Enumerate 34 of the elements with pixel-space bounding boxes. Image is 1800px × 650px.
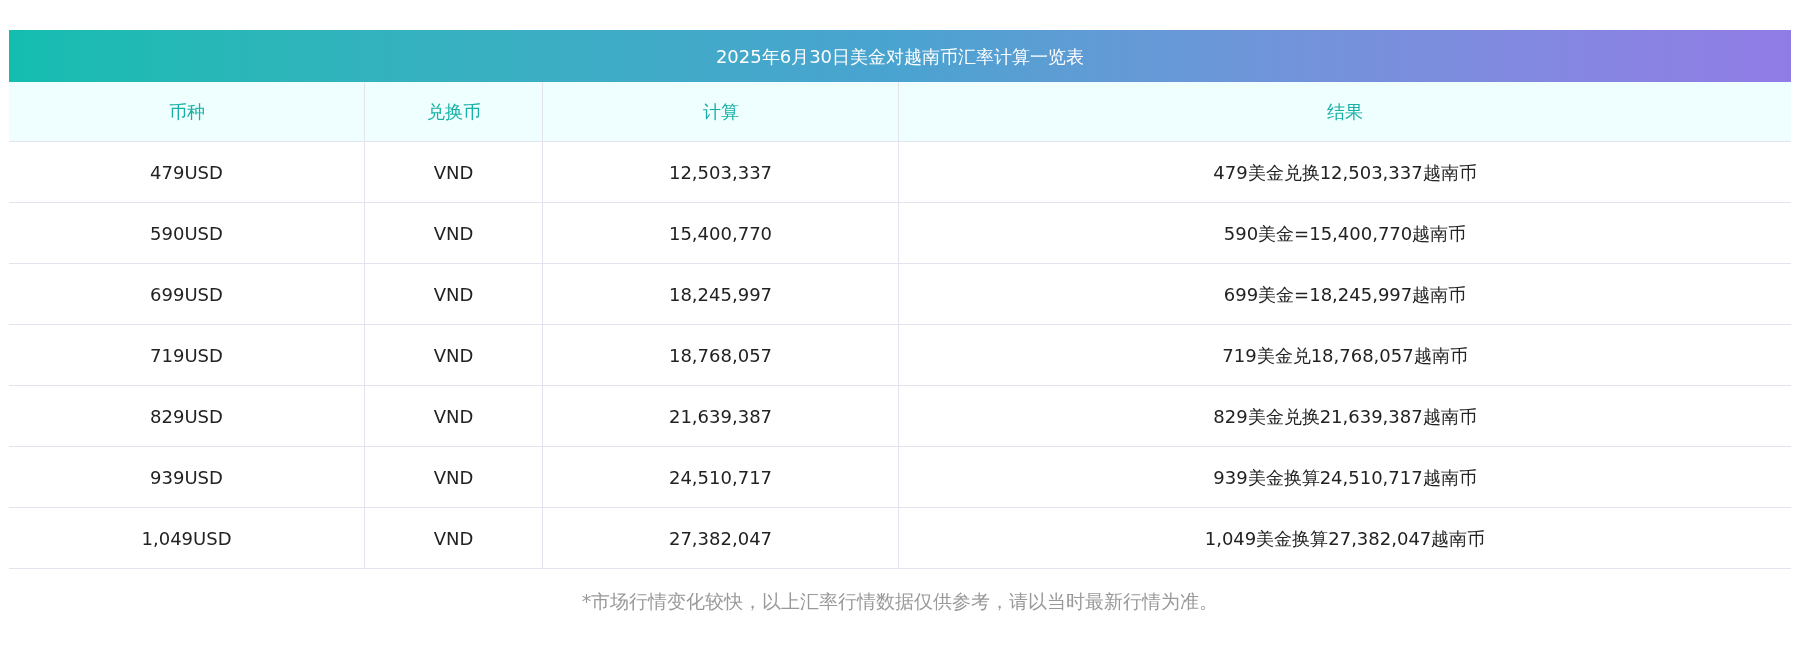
table-cell: VND (365, 203, 543, 263)
table-cell: 12,503,337 (543, 142, 899, 202)
table-cell: VND (365, 447, 543, 507)
table-cell: 719USD (9, 325, 365, 385)
table-cell-text: 939美金换算24,510,717越南币 (1212, 465, 1478, 490)
table-cell-text: 699美金=18,245,997越南币 (1222, 282, 1468, 307)
table-cell-text: 590美金=15,400,770越南币 (1222, 221, 1468, 246)
column-header: 结果 (1326, 100, 1364, 124)
table-cell: 18,768,057 (543, 325, 899, 385)
table-cell: 24,510,717 (543, 447, 899, 507)
table-cell: 15,400,770 (543, 203, 899, 263)
table-cell: 18,245,997 (543, 264, 899, 324)
table-cell: 1,049USD (9, 508, 365, 568)
table-cell: 27,382,047 (543, 508, 899, 568)
table-cell: 829USD (9, 386, 365, 446)
table-cell: 699USD (9, 264, 365, 324)
table-cell-text: 479美金兑换12,503,337越南币 (1212, 160, 1478, 185)
footnote: *市场行情变化较快，以上汇率行情数据仅供参考，请以当时最新行情为准。 (580, 589, 1220, 614)
table-cell-text: 1,049美金换算27,382,047越南币 (1203, 526, 1487, 551)
table-title: 2025年6月30日美金对越南币汇率计算一览表 (9, 30, 1791, 82)
table-cell: 479USD (9, 142, 365, 202)
table-cell: VND (365, 386, 543, 446)
table-cell: VND (365, 508, 543, 568)
column-header: 兑换币 (365, 82, 543, 141)
table-cell: 939USD (9, 447, 365, 507)
table-cell-text: 829美金兑换21,639,387越南币 (1212, 404, 1478, 429)
table-cell-text: 719美金兑18,768,057越南币 (1221, 343, 1469, 368)
table-cell: VND (365, 325, 543, 385)
table-cell: VND (365, 264, 543, 324)
column-header: 币种 (9, 82, 365, 141)
table-cell: VND (365, 142, 543, 202)
table-cell: 21,639,387 (543, 386, 899, 446)
column-header: 计算 (543, 82, 899, 141)
table-cell: 590USD (9, 203, 365, 263)
